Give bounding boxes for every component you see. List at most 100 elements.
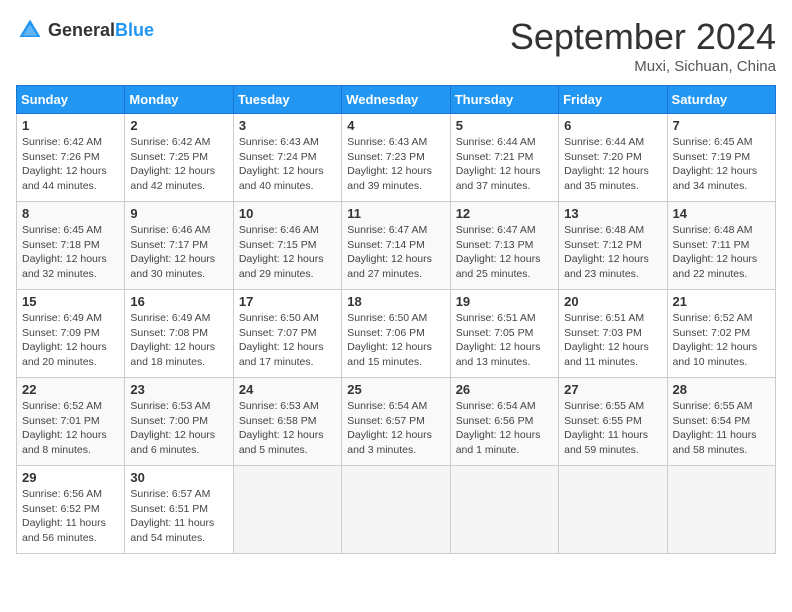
day-info: Sunrise: 6:48 AMSunset: 7:12 PMDaylight:… bbox=[564, 223, 661, 282]
day-number: 10 bbox=[239, 206, 336, 221]
calendar-cell: 14 Sunrise: 6:48 AMSunset: 7:11 PMDayligh… bbox=[667, 202, 775, 290]
day-info: Sunrise: 6:49 AMSunset: 7:08 PMDaylight:… bbox=[130, 311, 227, 370]
calendar-cell: 10 Sunrise: 6:46 AMSunset: 7:15 PMDayligh… bbox=[233, 202, 341, 290]
day-info: Sunrise: 6:49 AMSunset: 7:09 PMDaylight:… bbox=[22, 311, 119, 370]
calendar-cell: 28Sunrise: 6:55 AMSunset: 6:54 PMDayligh… bbox=[667, 378, 775, 466]
calendar-cell: 21 Sunrise: 6:52 AMSunset: 7:02 PMDayligh… bbox=[667, 290, 775, 378]
day-info: Sunrise: 6:53 AMSunset: 6:58 PMDaylight:… bbox=[239, 399, 336, 458]
calendar-cell: 3 Sunrise: 6:43 AMSunset: 7:24 PMDaylight… bbox=[233, 114, 341, 202]
calendar-cell: 29 Sunrise: 6:56 AMSunset: 6:52 PMDayligh… bbox=[17, 466, 125, 554]
day-number: 2 bbox=[130, 118, 227, 133]
calendar-cell: 11 Sunrise: 6:47 AMSunset: 7:14 PMDayligh… bbox=[342, 202, 450, 290]
day-number: 27 bbox=[564, 382, 661, 397]
day-info: Sunrise: 6:50 AMSunset: 7:07 PMDaylight:… bbox=[239, 311, 336, 370]
calendar-cell: 9 Sunrise: 6:46 AMSunset: 7:17 PMDaylight… bbox=[125, 202, 233, 290]
calendar-cell: 18 Sunrise: 6:50 AMSunset: 7:06 PMDayligh… bbox=[342, 290, 450, 378]
calendar-cell bbox=[559, 466, 667, 554]
day-info: Sunrise: 6:56 AMSunset: 6:52 PMDaylight:… bbox=[22, 487, 119, 546]
day-number: 16 bbox=[130, 294, 227, 309]
day-info: Sunrise: 6:42 AMSunset: 7:26 PMDaylight:… bbox=[22, 135, 119, 194]
weekday-header: Sunday bbox=[17, 86, 125, 114]
day-info: Sunrise: 6:43 AMSunset: 7:24 PMDaylight:… bbox=[239, 135, 336, 194]
day-number: 25 bbox=[347, 382, 444, 397]
day-number: 6 bbox=[564, 118, 661, 133]
location: Muxi, Sichuan, China bbox=[510, 58, 776, 75]
calendar-cell: 23 Sunrise: 6:53 AMSunset: 7:00 PMDayligh… bbox=[125, 378, 233, 466]
day-info: Sunrise: 6:46 AMSunset: 7:15 PMDaylight:… bbox=[239, 223, 336, 282]
day-number: 20 bbox=[564, 294, 661, 309]
day-info: Sunrise: 6:45 AMSunset: 7:19 PMDaylight:… bbox=[673, 135, 770, 194]
calendar-cell: 22 Sunrise: 6:52 AMSunset: 7:01 PMDayligh… bbox=[17, 378, 125, 466]
calendar-cell: 13 Sunrise: 6:48 AMSunset: 7:12 PMDayligh… bbox=[559, 202, 667, 290]
day-number: 11 bbox=[347, 206, 444, 221]
day-number: 13 bbox=[564, 206, 661, 221]
logo: GeneralBlue bbox=[16, 16, 154, 44]
day-info: Sunrise: 6:42 AMSunset: 7:25 PMDaylight:… bbox=[130, 135, 227, 194]
day-info: Sunrise: 6:44 AMSunset: 7:20 PMDaylight:… bbox=[564, 135, 661, 194]
calendar-cell: 19 Sunrise: 6:51 AMSunset: 7:05 PMDayligh… bbox=[450, 290, 558, 378]
calendar-week-row: 8 Sunrise: 6:45 AMSunset: 7:18 PMDaylight… bbox=[17, 202, 776, 290]
day-number: 8 bbox=[22, 206, 119, 221]
calendar-cell: 30Sunrise: 6:57 AMSunset: 6:51 PMDayligh… bbox=[125, 466, 233, 554]
day-info: Sunrise: 6:52 AMSunset: 7:02 PMDaylight:… bbox=[673, 311, 770, 370]
calendar-cell: 5Sunrise: 6:44 AMSunset: 7:21 PMDaylight… bbox=[450, 114, 558, 202]
logo-text: GeneralBlue bbox=[48, 20, 154, 41]
calendar-cell bbox=[233, 466, 341, 554]
calendar-cell: 26Sunrise: 6:54 AMSunset: 6:56 PMDayligh… bbox=[450, 378, 558, 466]
day-info: Sunrise: 6:55 AMSunset: 6:55 PMDaylight:… bbox=[564, 399, 661, 458]
day-info: Sunrise: 6:50 AMSunset: 7:06 PMDaylight:… bbox=[347, 311, 444, 370]
calendar-cell: 6 Sunrise: 6:44 AMSunset: 7:20 PMDaylight… bbox=[559, 114, 667, 202]
month-title: September 2024 bbox=[510, 16, 776, 58]
day-info: Sunrise: 6:54 AMSunset: 6:56 PMDaylight:… bbox=[456, 399, 553, 458]
day-info: Sunrise: 6:46 AMSunset: 7:17 PMDaylight:… bbox=[130, 223, 227, 282]
calendar-cell: 25Sunrise: 6:54 AMSunset: 6:57 PMDayligh… bbox=[342, 378, 450, 466]
day-info: Sunrise: 6:53 AMSunset: 7:00 PMDaylight:… bbox=[130, 399, 227, 458]
calendar-cell: 4 Sunrise: 6:43 AMSunset: 7:23 PMDaylight… bbox=[342, 114, 450, 202]
day-number: 19 bbox=[456, 294, 553, 309]
day-number: 9 bbox=[130, 206, 227, 221]
logo-blue: Blue bbox=[115, 20, 154, 40]
weekday-header: Friday bbox=[559, 86, 667, 114]
logo-general: General bbox=[48, 20, 115, 40]
weekday-header: Thursday bbox=[450, 86, 558, 114]
day-number: 18 bbox=[347, 294, 444, 309]
day-info: Sunrise: 6:45 AMSunset: 7:18 PMDaylight:… bbox=[22, 223, 119, 282]
day-number: 17 bbox=[239, 294, 336, 309]
day-number: 22 bbox=[22, 382, 119, 397]
calendar-cell: 7Sunrise: 6:45 AMSunset: 7:19 PMDaylight… bbox=[667, 114, 775, 202]
day-number: 29 bbox=[22, 470, 119, 485]
day-info: Sunrise: 6:51 AMSunset: 7:05 PMDaylight:… bbox=[456, 311, 553, 370]
calendar-cell: 12 Sunrise: 6:47 AMSunset: 7:13 PMDayligh… bbox=[450, 202, 558, 290]
weekday-header: Wednesday bbox=[342, 86, 450, 114]
day-number: 23 bbox=[130, 382, 227, 397]
day-info: Sunrise: 6:47 AMSunset: 7:13 PMDaylight:… bbox=[456, 223, 553, 282]
day-info: Sunrise: 6:48 AMSunset: 7:11 PMDaylight:… bbox=[673, 223, 770, 282]
day-info: Sunrise: 6:55 AMSunset: 6:54 PMDaylight:… bbox=[673, 399, 770, 458]
calendar-table: SundayMondayTuesdayWednesdayThursdayFrid… bbox=[16, 85, 776, 554]
page-header: GeneralBlue September 2024 Muxi, Sichuan… bbox=[16, 16, 776, 75]
calendar-cell: 24Sunrise: 6:53 AMSunset: 6:58 PMDayligh… bbox=[233, 378, 341, 466]
calendar-cell: 20 Sunrise: 6:51 AMSunset: 7:03 PMDayligh… bbox=[559, 290, 667, 378]
calendar-cell: 16 Sunrise: 6:49 AMSunset: 7:08 PMDayligh… bbox=[125, 290, 233, 378]
day-info: Sunrise: 6:57 AMSunset: 6:51 PMDaylight:… bbox=[130, 487, 227, 546]
calendar-cell: 27 Sunrise: 6:55 AMSunset: 6:55 PMDayligh… bbox=[559, 378, 667, 466]
calendar-cell bbox=[450, 466, 558, 554]
day-info: Sunrise: 6:52 AMSunset: 7:01 PMDaylight:… bbox=[22, 399, 119, 458]
calendar-week-row: 29 Sunrise: 6:56 AMSunset: 6:52 PMDayligh… bbox=[17, 466, 776, 554]
calendar-cell bbox=[667, 466, 775, 554]
day-info: Sunrise: 6:51 AMSunset: 7:03 PMDaylight:… bbox=[564, 311, 661, 370]
day-info: Sunrise: 6:43 AMSunset: 7:23 PMDaylight:… bbox=[347, 135, 444, 194]
calendar-cell: 2 Sunrise: 6:42 AMSunset: 7:25 PMDaylight… bbox=[125, 114, 233, 202]
day-number: 3 bbox=[239, 118, 336, 133]
day-number: 14 bbox=[673, 206, 770, 221]
day-info: Sunrise: 6:47 AMSunset: 7:14 PMDaylight:… bbox=[347, 223, 444, 282]
day-number: 21 bbox=[673, 294, 770, 309]
calendar-cell: 15Sunrise: 6:49 AMSunset: 7:09 PMDayligh… bbox=[17, 290, 125, 378]
day-number: 5 bbox=[456, 118, 553, 133]
calendar-week-row: 22 Sunrise: 6:52 AMSunset: 7:01 PMDayligh… bbox=[17, 378, 776, 466]
day-number: 4 bbox=[347, 118, 444, 133]
calendar-cell: 17 Sunrise: 6:50 AMSunset: 7:07 PMDayligh… bbox=[233, 290, 341, 378]
calendar-week-row: 15Sunrise: 6:49 AMSunset: 7:09 PMDayligh… bbox=[17, 290, 776, 378]
day-number: 12 bbox=[456, 206, 553, 221]
calendar-week-row: 1Sunrise: 6:42 AMSunset: 7:26 PMDaylight… bbox=[17, 114, 776, 202]
